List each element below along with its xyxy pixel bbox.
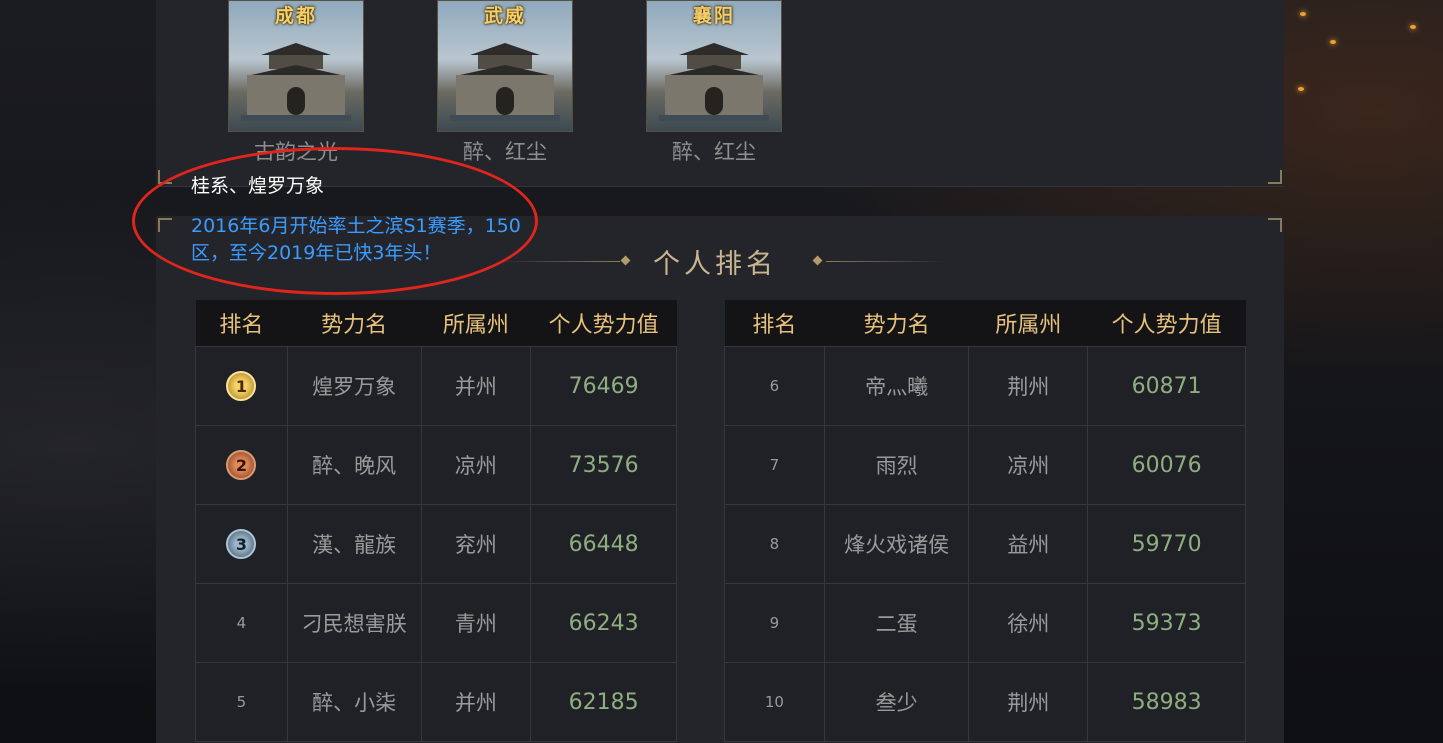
city-image: 成都 [228, 0, 364, 132]
name-cell: 醉、晚风 [286, 425, 422, 505]
header-name: 势力名 [824, 300, 969, 347]
table-row: 2 醉、晚风 凉州 73576 [195, 425, 677, 505]
header-state: 所属州 [968, 300, 1088, 347]
city-name: 武威 [483, 5, 526, 27]
rank-cell: 5 [195, 662, 288, 742]
city-image: 武威 [437, 0, 573, 132]
state-cell: 荆州 [968, 662, 1089, 742]
header-state: 所属州 [421, 300, 531, 347]
city-gate-icon [241, 43, 351, 121]
ember-spark [1298, 87, 1304, 91]
annotation-text: 2016年6月开始率土之滨S1赛季，150区，至今2019年已快3年头！ [191, 215, 521, 264]
city-card[interactable]: 武威 醉、红尘 [437, 0, 573, 166]
table-row: 3 漢、龍族 兖州 66448 [195, 504, 677, 584]
value-cell: 66243 [530, 583, 677, 663]
header-rank: 排名 [195, 300, 288, 347]
section-title: 个人排名 [653, 249, 777, 280]
rank-cell: 6 [724, 346, 825, 426]
table-header-row: 排名 势力名 所属州 个人势力值 [724, 300, 1246, 347]
rank-cell: 8 [724, 504, 825, 584]
section-header: 个人排名 [500, 242, 960, 282]
bronze-medal-icon: 2 [226, 450, 257, 480]
header-name: 势力名 [287, 300, 421, 347]
state-cell: 荆州 [968, 346, 1089, 426]
state-cell: 凉州 [968, 425, 1089, 505]
value-cell: 58983 [1087, 662, 1246, 742]
gold-medal-icon: 1 [226, 371, 257, 401]
name-cell: 二蛋 [823, 583, 970, 663]
rank-cell: 9 [724, 583, 825, 663]
city-name: 襄阳 [692, 5, 735, 27]
state-cell: 徐州 [968, 583, 1089, 663]
corner-ornament [1268, 218, 1282, 232]
city-owner: 醉、红尘 [672, 140, 756, 164]
name-cell: 漢、龍族 [286, 504, 422, 584]
table-row: 7 雨烈 凉州 60076 [724, 425, 1246, 505]
value-cell: 59770 [1087, 504, 1246, 584]
state-cell: 兖州 [420, 504, 532, 584]
state-cell: 并州 [420, 346, 532, 426]
table-row: 10 叁少 荆州 58983 [724, 662, 1246, 742]
city-card[interactable]: 成都 古韵之光 [228, 0, 364, 166]
table-row: 4 刁民想害朕 青州 66243 [195, 583, 677, 663]
title-divider [826, 261, 946, 262]
header-rank: 排名 [724, 300, 825, 347]
name-cell: 煌罗万象 [286, 346, 422, 426]
table-row: 6 帝灬曦 荆州 60871 [724, 346, 1246, 426]
rank-cell: 3 [195, 504, 288, 584]
rank-cell: 7 [724, 425, 825, 505]
header-value: 个人势力值 [530, 300, 677, 347]
annotation-title: 桂系、煌罗万象 [191, 175, 325, 197]
city-gate-icon [450, 43, 560, 121]
corner-ornament [1268, 170, 1282, 184]
name-cell: 雨烈 [823, 425, 970, 505]
state-cell: 益州 [968, 504, 1089, 584]
value-cell: 60871 [1087, 346, 1246, 426]
rank-cell: 1 [195, 346, 288, 426]
value-cell: 62185 [530, 662, 677, 742]
city-name: 成都 [274, 5, 317, 27]
value-cell: 73576 [530, 425, 677, 505]
table-row: 8 烽火戏诸侯 益州 59770 [724, 504, 1246, 584]
ember-spark [1330, 40, 1336, 44]
ranking-table-left: 排名 势力名 所属州 个人势力值 1 煌罗万象 并州 76469 2 醉、晚风 … [195, 300, 677, 742]
table-row: 1 煌罗万象 并州 76469 [195, 346, 677, 426]
table-row: 9 二蛋 徐州 59373 [724, 583, 1246, 663]
title-ornament [812, 255, 823, 266]
city-gate-icon [659, 43, 769, 121]
rank-cell: 10 [724, 662, 825, 742]
value-cell: 76469 [530, 346, 677, 426]
rank-cell: 2 [195, 425, 288, 505]
value-cell: 60076 [1087, 425, 1246, 505]
ember-spark [1410, 25, 1416, 29]
name-cell: 叁少 [823, 662, 970, 742]
table-row: 5 醉、小柒 并州 62185 [195, 662, 677, 742]
city-image: 襄阳 [646, 0, 782, 132]
ember-spark [1300, 12, 1306, 16]
silver-medal-icon: 3 [226, 529, 257, 559]
ranking-table-right: 排名 势力名 所属州 个人势力值 6 帝灬曦 荆州 60871 7 雨烈 凉州 … [724, 300, 1246, 742]
name-cell: 烽火戏诸侯 [823, 504, 970, 584]
header-value: 个人势力值 [1087, 300, 1246, 347]
name-cell: 刁民想害朕 [286, 583, 422, 663]
state-cell: 凉州 [420, 425, 532, 505]
state-cell: 并州 [420, 662, 532, 742]
city-card[interactable]: 襄阳 醉、红尘 [646, 0, 782, 166]
name-cell: 帝灬曦 [823, 346, 970, 426]
state-cell: 青州 [420, 583, 532, 663]
name-cell: 醉、小柒 [286, 662, 422, 742]
value-cell: 59373 [1087, 583, 1246, 663]
value-cell: 66448 [530, 504, 677, 584]
rank-cell: 4 [195, 583, 288, 663]
title-ornament [620, 255, 631, 266]
table-header-row: 排名 势力名 所属州 个人势力值 [195, 300, 677, 347]
